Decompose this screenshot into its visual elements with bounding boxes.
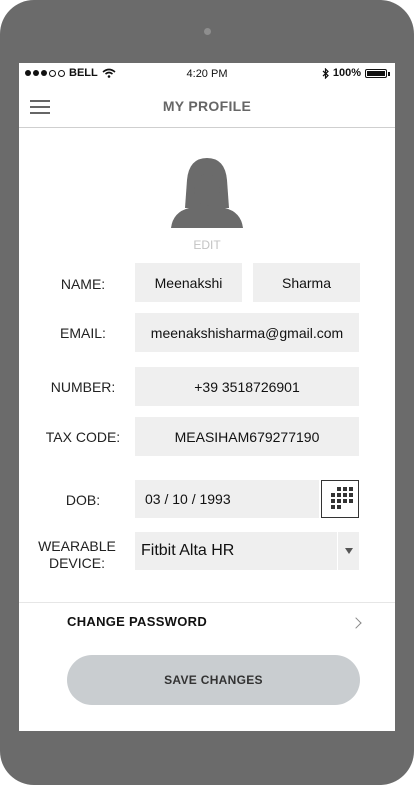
status-bar: BELL 4:20 PM 100% bbox=[19, 63, 395, 85]
first-name-field[interactable]: Meenakshi bbox=[135, 263, 242, 302]
email-label: EMAIL: bbox=[60, 325, 106, 341]
battery-icon bbox=[365, 68, 390, 78]
calendar-button[interactable] bbox=[321, 480, 359, 518]
caret-down-icon[interactable] bbox=[337, 532, 359, 570]
camera-dot bbox=[204, 28, 211, 35]
edit-avatar-link[interactable]: EDIT bbox=[19, 238, 395, 252]
app-header: MY PROFILE bbox=[19, 85, 395, 128]
battery-percent: 100% bbox=[332, 67, 361, 79]
number-label: NUMBER: bbox=[50, 379, 116, 395]
dob-field[interactable]: 03 / 10 / 1993 bbox=[135, 480, 319, 518]
name-label: NAME: bbox=[60, 276, 106, 292]
female-user-icon[interactable] bbox=[169, 156, 245, 228]
calendar-grid-icon bbox=[331, 487, 353, 509]
device-frame: BELL 4:20 PM 100% MY PROFILE EDIT NAME: … bbox=[0, 0, 414, 785]
email-field[interactable]: meenakshisharma@gmail.com bbox=[135, 313, 359, 352]
wearable-device-value: Fitbit Alta HR bbox=[141, 542, 235, 559]
page-title: MY PROFILE bbox=[162, 98, 252, 114]
tax-code-field[interactable]: MEASIHAM679277190 bbox=[135, 417, 359, 456]
wearable-device-select[interactable]: Fitbit Alta HR bbox=[135, 532, 359, 570]
wearable-device-label: WEARABLE DEVICE: bbox=[35, 538, 119, 572]
divider bbox=[19, 602, 395, 603]
app-screen: BELL 4:20 PM 100% MY PROFILE EDIT NAME: … bbox=[19, 63, 395, 731]
bluetooth-icon bbox=[322, 67, 329, 79]
last-name-field[interactable]: Sharma bbox=[253, 263, 360, 302]
wearable-label-line2: DEVICE: bbox=[48, 555, 105, 571]
change-password-link[interactable]: CHANGE PASSWORD bbox=[67, 614, 207, 629]
wearable-label-line1: WEARABLE bbox=[38, 538, 116, 554]
number-field[interactable]: +39 3518726901 bbox=[135, 367, 359, 406]
chevron-right-icon[interactable] bbox=[350, 617, 362, 629]
status-right: 100% bbox=[322, 67, 390, 79]
dob-label: DOB: bbox=[65, 492, 101, 508]
tax-code-label: TAX CODE: bbox=[45, 429, 121, 445]
save-changes-button[interactable]: SAVE CHANGES bbox=[67, 655, 360, 705]
